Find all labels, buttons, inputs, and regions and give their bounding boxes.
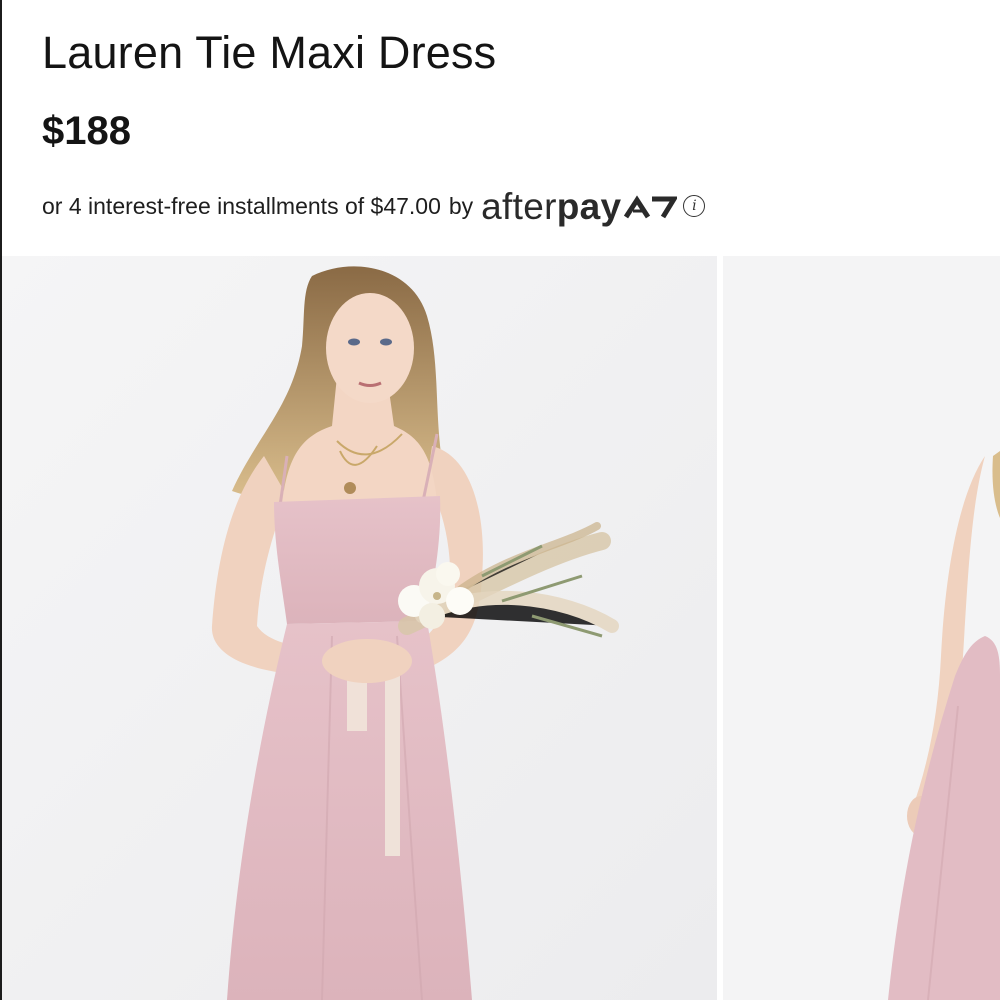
afterpay-logo: after pay	[481, 185, 678, 227]
model-side-photo[interactable]	[723, 256, 1000, 1000]
model-side-illustration	[723, 256, 1000, 1000]
product-price: $188	[42, 109, 131, 153]
info-icon[interactable]: i	[683, 195, 706, 217]
afterpay-logo-after: after	[481, 185, 557, 227]
model-front-photo[interactable]	[2, 256, 717, 1000]
installment-text: or 4 interest-free installments of $47.0…	[42, 192, 441, 219]
product-title: Lauren Tie Maxi Dress	[42, 27, 497, 78]
afterpay-logo-pay: pay	[556, 185, 622, 227]
product-image-gallery	[0, 256, 1000, 1000]
installment-by-text: by	[448, 192, 474, 219]
model-front-illustration	[2, 256, 717, 1000]
afterpay-installments: or 4 interest-free installments of $47.0…	[42, 184, 706, 228]
afterpay-arrows-icon	[624, 195, 678, 219]
